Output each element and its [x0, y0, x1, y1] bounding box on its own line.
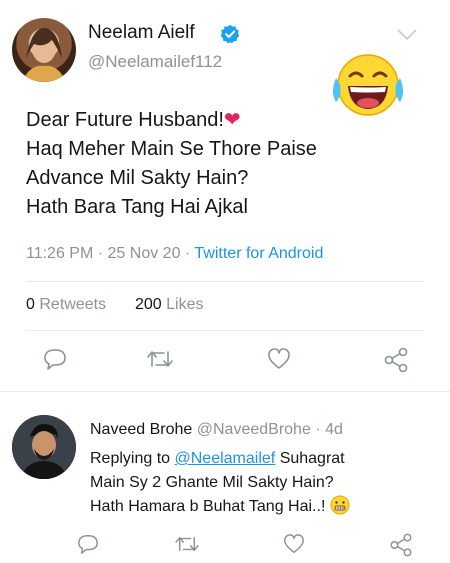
tweet-text-line-4: Hath Bara Tang Hai Ajkal: [26, 196, 248, 218]
tweet-stats: 0 Retweets 200 Likes: [26, 296, 203, 314]
heart-emoji: ❤: [223, 109, 241, 131]
reply-text: Replying to @Neelamailef Suhagrat Main S…: [90, 447, 350, 519]
tweet-date[interactable]: 25 Nov 20: [108, 245, 181, 262]
tweet-text-line-2: Haq Meher Main Se Thore Paise: [26, 138, 317, 160]
likes-count: 200: [134, 296, 162, 313]
reply-author-avatar[interactable]: [12, 415, 76, 479]
reply-like-icon[interactable]: [282, 533, 306, 555]
author-handle[interactable]: @Neelamailef112: [88, 52, 222, 72]
verified-badge-icon: [220, 24, 240, 44]
grimace-emoji-icon: [330, 495, 350, 515]
laughing-emoji-icon: [330, 52, 406, 118]
author-avatar[interactable]: [12, 18, 76, 82]
reply-retweet-icon[interactable]: [174, 534, 200, 554]
reply-reply-icon[interactable]: [76, 533, 100, 555]
meta-separator: ·: [97, 245, 104, 262]
likes-label: Likes: [166, 296, 204, 313]
like-icon[interactable]: [266, 347, 292, 371]
reply-icon[interactable]: [42, 347, 68, 371]
retweets-stat[interactable]: 0 Retweets: [26, 296, 106, 313]
likes-stat[interactable]: 200 Likes: [135, 296, 204, 313]
tweet-text-line-1: Dear Future Husband!❤: [26, 109, 241, 131]
share-icon[interactable]: [382, 346, 410, 374]
reply-age[interactable]: 4d: [325, 421, 343, 438]
tweet-text-line-3: Advance Mil Sakty Hain?: [26, 167, 249, 189]
meta-separator: ·: [184, 245, 191, 262]
reply-author-name[interactable]: Naveed Brohe: [90, 421, 192, 438]
tweet-source[interactable]: Twitter for Android: [194, 245, 323, 262]
reply-text-line-2: Main Sy 2 Ghante Mil Sakty Hain?: [90, 474, 334, 491]
divider: [0, 391, 450, 392]
reply-author-handle[interactable]: @NaveedBrohe: [197, 421, 311, 438]
reply-separator: ·: [315, 421, 321, 438]
reply-text-line-1: Replying to @Neelamailef Suhagrat: [90, 447, 350, 471]
replying-prefix: Replying to: [90, 450, 171, 467]
reply-share-icon[interactable]: [388, 532, 414, 558]
reply-text-line-3: Hath Hamara b Buhat Tang Hai..!: [90, 495, 350, 519]
tweet-meta: 11:26 PM · 25 Nov 20 · Twitter for Andro…: [26, 245, 323, 263]
retweets-count: 0: [26, 296, 35, 313]
author-name[interactable]: Neelam Aielf: [88, 22, 195, 44]
mention-link[interactable]: @Neelamailef: [175, 450, 276, 467]
reply-text-rest: Suhagrat: [279, 450, 345, 467]
divider: [26, 281, 424, 282]
retweets-label: Retweets: [39, 296, 107, 313]
retweet-icon[interactable]: [146, 348, 174, 370]
chevron-down-icon[interactable]: [396, 28, 418, 42]
divider: [26, 330, 424, 331]
tweet-text: Dear Future Husband!❤ Haq Meher Main Se …: [26, 106, 317, 222]
tweet-time: 11:26 PM: [26, 245, 94, 262]
reply-header: Naveed Brohe @NaveedBrohe · 4d: [90, 421, 343, 439]
